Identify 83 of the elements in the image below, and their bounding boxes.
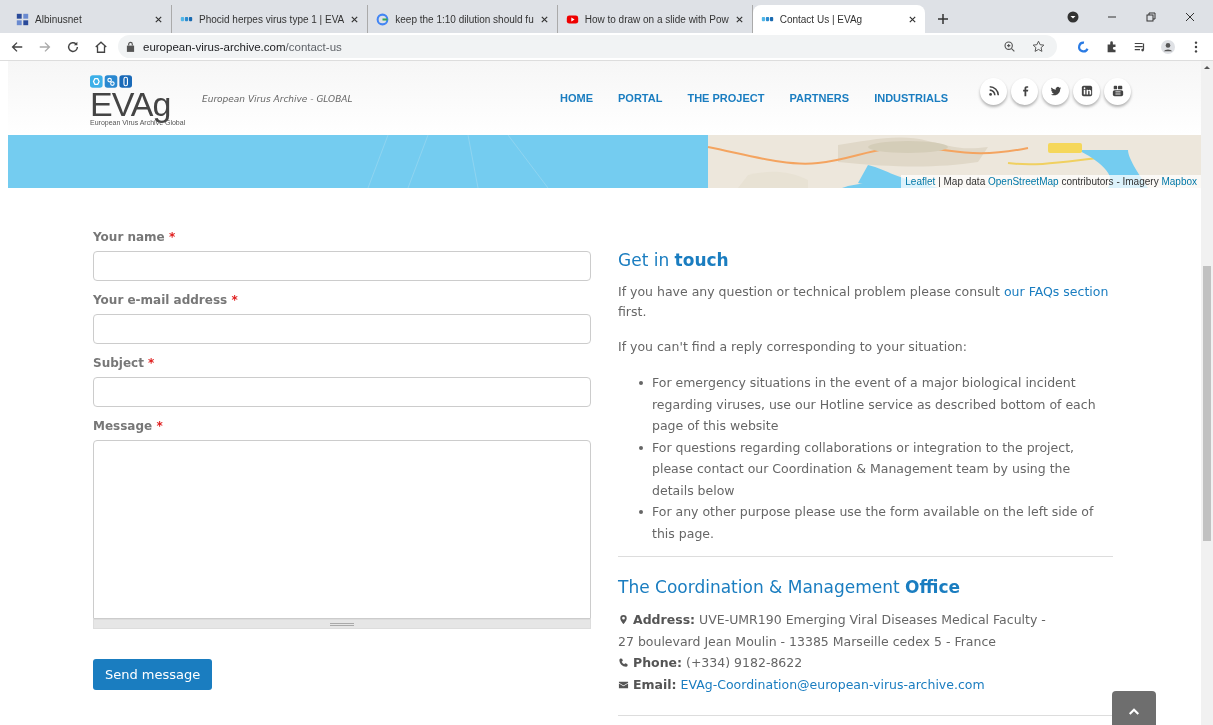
nav-link[interactable]: PARTNERS — [789, 92, 850, 104]
favicon-icon — [565, 12, 579, 26]
social-button[interactable] — [1011, 77, 1039, 105]
browser-tab[interactable]: Contact Us | EVAg — [752, 5, 925, 33]
contact-detail: Email: — [633, 675, 677, 694]
tab-title: How to draw on a slide with Pow — [584, 13, 729, 25]
bird-icon — [1049, 85, 1062, 97]
input-field[interactable] — [93, 314, 591, 344]
attribution-link[interactable]: Mapbox — [1161, 176, 1197, 187]
home-icon[interactable] — [94, 39, 108, 54]
lock-icon — [126, 41, 135, 52]
list-item-text: For emergency situations in the event of a major biological incident regarding viruses, use our Hotline service as described bottom of each page of this website — [652, 374, 1097, 435]
favicon-icon — [16, 12, 29, 26]
tab-title: Albinusnet — [35, 13, 83, 25]
back-to-top-button[interactable] — [1112, 691, 1156, 725]
list-item-text: For any other purpose please use the form available on the left side of this page. — [652, 503, 1095, 543]
video-icon — [1111, 85, 1124, 97]
scroll-thumb[interactable] — [1203, 266, 1211, 541]
social-button[interactable] — [980, 77, 1008, 105]
social-button[interactable] — [1073, 77, 1101, 105]
lead-text: If you can't find a reply corresponding to your situation: — [618, 338, 968, 356]
nav-link[interactable]: INDUSTRIALS — [874, 92, 949, 104]
social-button[interactable] — [1104, 77, 1132, 105]
close-icon[interactable] — [350, 14, 360, 24]
nav-link[interactable]: HOME — [560, 92, 593, 104]
address-bar[interactable]: european-virus-archive.com/contact-us — [118, 35, 1057, 58]
attribution-link[interactable]: OpenStreetMap — [988, 176, 1059, 187]
favicon-icon — [376, 12, 390, 26]
restore-icon[interactable] — [1145, 11, 1157, 23]
star-icon[interactable] — [1032, 40, 1045, 53]
attribution-text: contributors - Imagery — [1061, 176, 1159, 187]
rss-icon — [987, 85, 1000, 97]
plus-icon[interactable] — [936, 13, 949, 25]
bullet-icon — [639, 510, 643, 514]
zoom-icon[interactable] — [1003, 40, 1016, 53]
back-icon[interactable] — [10, 39, 24, 54]
nav-link[interactable]: THE PROJECT — [687, 92, 765, 104]
dropdown-icon[interactable] — [1067, 11, 1079, 23]
bullet-icon — [639, 381, 643, 385]
tab-title: Phocid herpes virus type 1 | EVA — [199, 13, 345, 25]
logo-icon — [90, 74, 132, 89]
pin-icon — [618, 614, 629, 626]
contact-detail: Address: UVE-UMR190 Emerging Viral Diseases Medical Faculty - — [633, 611, 1046, 629]
tab-title: Contact Us | EVAg — [779, 13, 864, 25]
input-field[interactable] — [93, 251, 591, 281]
social-button[interactable] — [1042, 77, 1070, 105]
input-field[interactable] — [93, 377, 591, 407]
extension-icon[interactable] — [1077, 39, 1091, 54]
field-label: Your e-mail address * — [93, 293, 239, 307]
puzzle-icon[interactable] — [1105, 39, 1119, 54]
field-label: Subject * — [93, 356, 156, 370]
scroll-up-icon[interactable] — [1203, 64, 1211, 70]
attribution-text: | Map data — [938, 176, 986, 187]
faq-link[interactable]: our FAQs section — [1003, 284, 1109, 299]
close-icon[interactable] — [734, 14, 744, 24]
close-icon[interactable] — [539, 14, 549, 24]
message-field[interactable] — [93, 440, 591, 619]
close-icon[interactable] — [1184, 11, 1196, 23]
logo-tagline: European Virus Archive - GLOBAL — [202, 94, 353, 104]
close-icon[interactable] — [154, 14, 163, 24]
contact-detail: Phone: (+334) 9182-8622 — [633, 654, 803, 672]
intro-text: If you have any question or technical problem please consult our FAQs section first. — [618, 283, 1110, 321]
section-heading: Get in touch — [618, 250, 730, 270]
section-heading: The Coordination & Management Office — [618, 577, 962, 597]
nav-link[interactable]: PORTAL — [618, 92, 663, 104]
caret-icon — [1128, 706, 1140, 716]
tab-title: keep the 1:10 dilution should fu — [395, 13, 534, 25]
resize-grip[interactable] — [93, 619, 591, 629]
list-item-text: For questions regarding collaborations or integration to the project, please contact our Coordination & Management team by using the details below — [652, 438, 1075, 500]
email-link[interactable]: EVAg-Coordination@european-virus-archive.com — [680, 673, 985, 695]
send-button[interactable]: Send message — [93, 659, 213, 690]
contact-detail: 27 boulevard Jean Moulin - 13385 Marseille cedex 5 - France — [618, 632, 996, 651]
field-label: Your name * — [93, 230, 177, 244]
scrollbar[interactable] — [1201, 61, 1213, 725]
url-text: european-virus-archive.com/contact-us — [143, 40, 342, 53]
reload-icon[interactable] — [66, 39, 80, 54]
linkedin-icon — [1080, 85, 1093, 97]
phone-icon — [618, 657, 629, 669]
profile-icon[interactable] — [1161, 39, 1175, 54]
close-icon[interactable] — [907, 14, 917, 24]
bullet-icon — [639, 445, 643, 450]
field-label: Message * — [93, 419, 164, 433]
attribution-link[interactable]: Leaflet — [905, 176, 936, 187]
